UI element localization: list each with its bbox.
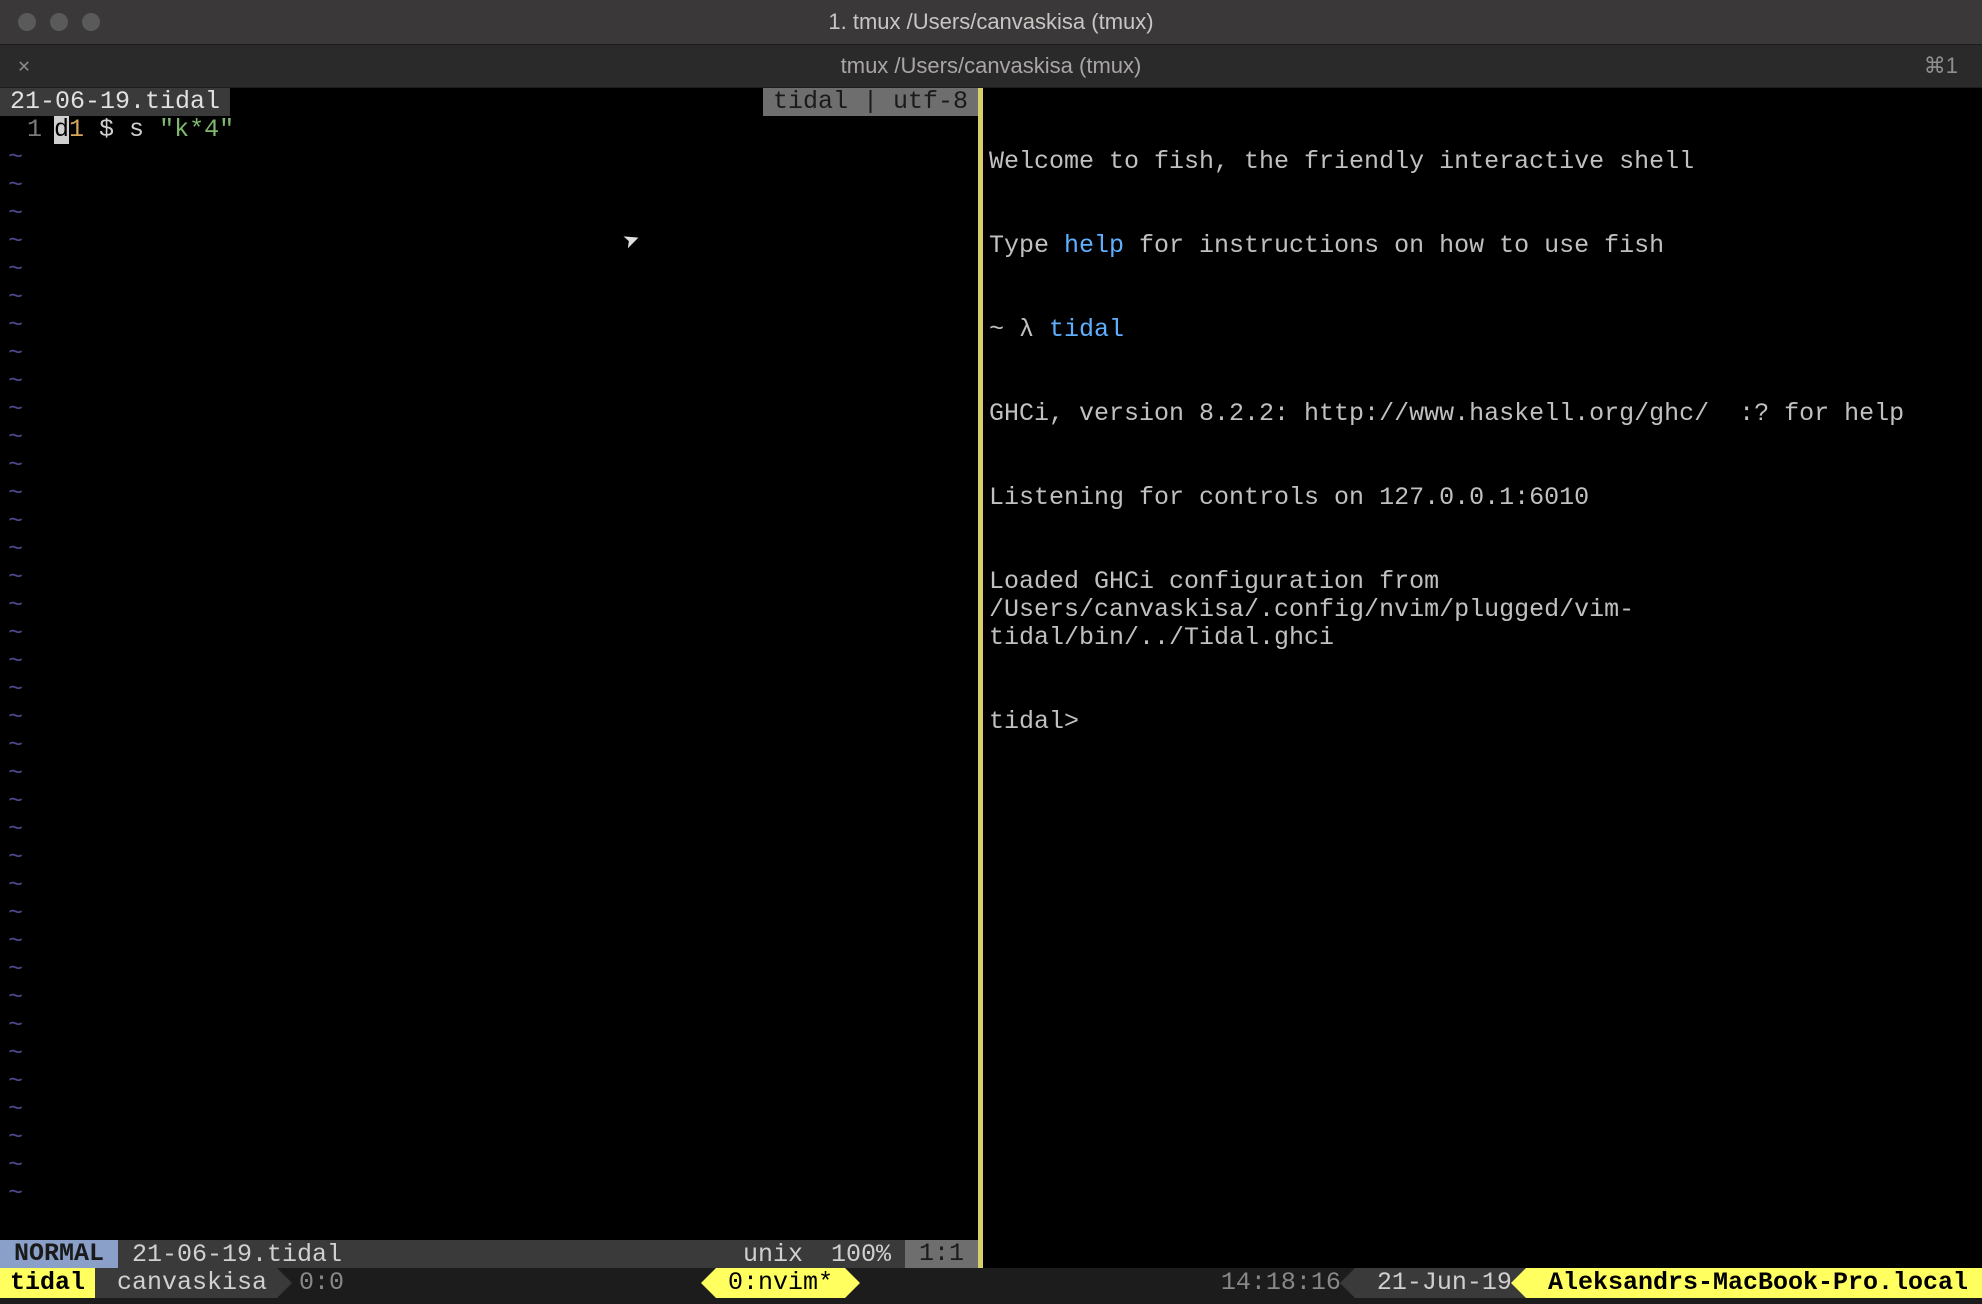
terminal-window: 1. tmux /Users/canvaskisa (tmux) ✕ tmux …: [0, 0, 1982, 1304]
empty-line-tilde: ~: [0, 648, 978, 676]
empty-line-tilde: ~: [0, 732, 978, 760]
empty-line-tilde: ~: [0, 536, 978, 564]
statusline-fileformat: unix: [729, 1240, 817, 1269]
tab-shortcut: ⌘1: [1924, 53, 1958, 79]
help-link[interactable]: help: [1064, 231, 1124, 260]
repl-pane[interactable]: Welcome to fish, the friendly interactiv…: [983, 88, 1982, 1268]
vim-mode: NORMAL: [0, 1240, 118, 1268]
statusline-filename: 21-06-19.tidal: [118, 1240, 356, 1269]
zoom-icon[interactable]: [82, 13, 100, 31]
statusline-position: 1:1: [905, 1240, 978, 1268]
empty-line-tilde: ~: [0, 284, 978, 312]
repl-line: GHCi, version 8.2.2: http://www.haskell.…: [989, 400, 1976, 428]
window-title: 1. tmux /Users/canvaskisa (tmux): [0, 9, 1982, 35]
repl-line: ~ λ tidal: [989, 316, 1976, 344]
empty-line-tilde: ~: [0, 368, 978, 396]
vim-statusline: NORMAL 21-06-19.tidal unix 100% 1:1: [0, 1240, 978, 1268]
prompt: ~ λ: [989, 315, 1049, 344]
identifier: 1: [69, 115, 84, 144]
tmux-window[interactable]: 0:nvim*: [716, 1268, 845, 1298]
empty-line-tilde: ~: [0, 228, 978, 256]
tab-close-icon[interactable]: ✕: [18, 53, 30, 79]
empty-line-tilde: ~: [0, 564, 978, 592]
empty-line-tilde: ~: [0, 256, 978, 284]
empty-line-tilde: ~: [0, 620, 978, 648]
minimize-icon[interactable]: [50, 13, 68, 31]
empty-line-tilde: ~: [0, 816, 978, 844]
cursor: d: [54, 116, 69, 144]
repl-line: Loaded GHCi configuration from /Users/ca…: [989, 568, 1976, 652]
tmux-user: canvaskisa: [95, 1268, 277, 1298]
tmux-session-name[interactable]: tidal: [0, 1268, 95, 1298]
empty-line-tilde: ~: [0, 872, 978, 900]
empty-line-tilde: ~: [0, 1124, 978, 1152]
terminal-area: 21-06-19.tidal tidal | utf-8 1 d1 $ s "k…: [0, 88, 1982, 1268]
string-literal: "k*4": [144, 115, 234, 144]
empty-line-tilde: ~: [0, 1152, 978, 1180]
statusline-percent: 100%: [817, 1240, 905, 1269]
tmux-host: Aleksandrs-MacBook-Pro.local: [1526, 1268, 1982, 1298]
empty-line-tilde: ~: [0, 396, 978, 424]
empty-line-tilde: ~: [0, 956, 978, 984]
tab-bar: ✕ tmux /Users/canvaskisa (tmux) ⌘1: [0, 44, 1982, 88]
tmux-statusbar: tidal canvaskisa 0:0 0:nvim* 14:18:16 21…: [0, 1268, 1982, 1298]
empty-line-tilde: ~: [0, 1068, 978, 1096]
close-icon[interactable]: [18, 13, 36, 31]
tmux-date: 21-Jun-19: [1355, 1268, 1526, 1298]
empty-line-tilde: ~: [0, 760, 978, 788]
vim-pane[interactable]: 21-06-19.tidal tidal | utf-8 1 d1 $ s "k…: [0, 88, 978, 1268]
empty-line-tilde: ~: [0, 704, 978, 732]
empty-line-tilde: ~: [0, 452, 978, 480]
repl-line: Welcome to fish, the friendly interactiv…: [989, 148, 1976, 176]
empty-line-tilde: ~: [0, 928, 978, 956]
text: Type: [989, 231, 1064, 260]
tmux-time: 14:18:16: [1207, 1268, 1355, 1298]
vim-tabline: 21-06-19.tidal tidal | utf-8: [0, 88, 978, 116]
text: for instructions on how to use fish: [1124, 231, 1664, 260]
tab-title[interactable]: tmux /Users/canvaskisa (tmux): [0, 53, 1982, 79]
empty-line-tilde: ~: [0, 984, 978, 1012]
command: tidal: [1049, 315, 1124, 344]
empty-line-tilde: ~: [0, 200, 978, 228]
repl-line: Type help for instructions on how to use…: [989, 232, 1976, 260]
empty-line-tilde: ~: [0, 172, 978, 200]
empty-line-tilde: ~: [0, 508, 978, 536]
empty-line-tilde: ~: [0, 480, 978, 508]
empty-line-tilde: ~: [0, 676, 978, 704]
empty-line-tilde: ~: [0, 1040, 978, 1068]
empty-line-tilde: ~: [0, 312, 978, 340]
mac-titlebar: 1. tmux /Users/canvaskisa (tmux): [0, 0, 1982, 44]
empty-line-tilde: ~: [0, 1012, 978, 1040]
empty-line-tilde: ~: [0, 1096, 978, 1124]
empty-line-tilde: ~: [0, 788, 978, 816]
line-number: 1: [0, 116, 54, 144]
empty-line-tilde: ~: [0, 1180, 978, 1208]
empty-line-tilde: ~: [0, 340, 978, 368]
window-bottom-pad: [0, 1298, 1982, 1304]
vim-filetype-indicator: tidal | utf-8: [763, 88, 978, 116]
empty-line-tilde: ~: [0, 592, 978, 620]
repl-prompt[interactable]: tidal>: [989, 708, 1976, 736]
empty-line-tilde: ~: [0, 144, 978, 172]
operator: $: [84, 115, 129, 144]
repl-line: Listening for controls on 127.0.0.1:6010: [989, 484, 1976, 512]
function: s: [129, 115, 144, 144]
vim-buffer-tab[interactable]: 21-06-19.tidal: [0, 88, 230, 116]
empty-line-tilde: ~: [0, 844, 978, 872]
vim-editor[interactable]: 1 d1 $ s "k*4" ~~~~~~~~~~~~~~~~~~~~~~~~~…: [0, 116, 978, 1240]
empty-line-tilde: ~: [0, 424, 978, 452]
code-text[interactable]: d1 $ s "k*4": [54, 116, 234, 144]
code-line[interactable]: 1 d1 $ s "k*4": [0, 116, 978, 144]
traffic-lights: [18, 13, 100, 31]
empty-line-tilde: ~: [0, 900, 978, 928]
